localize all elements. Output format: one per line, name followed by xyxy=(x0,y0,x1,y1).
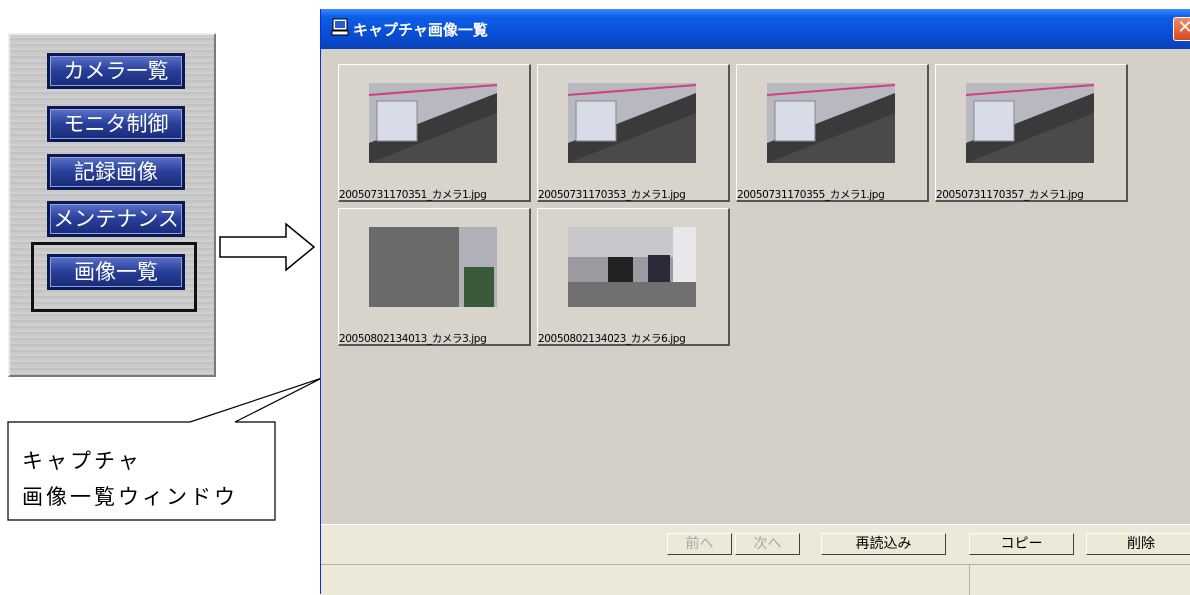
thumbnail-caption: 20050731170351_カメラ1.jpg xyxy=(339,189,487,201)
title-bar[interactable]: キャプチャ画像一覧 ✕ xyxy=(321,9,1190,49)
capture-image-list-window: キャプチャ画像一覧 ✕ 20050731170351_カメラ1.jpg 2005… xyxy=(320,9,1190,595)
window-title: キャプチャ画像一覧 xyxy=(353,21,488,39)
monitor-icon xyxy=(331,18,349,36)
thumbnail-item[interactable]: 20050802134013_カメラ3.jpg xyxy=(338,208,531,346)
thumbnail-item[interactable]: 20050802134023_カメラ6.jpg xyxy=(537,208,730,346)
thumbnail-image xyxy=(369,227,497,307)
button-bar: 前へ 次へ 再読込み コピー 削除 xyxy=(321,524,1190,565)
thumbnail-item[interactable]: 20050731170353_カメラ1.jpg xyxy=(537,64,730,202)
thumbnail-image xyxy=(966,83,1094,163)
thumbnail-item[interactable]: 20050731170357_カメラ1.jpg xyxy=(935,64,1128,202)
prev-button[interactable]: 前へ xyxy=(667,533,732,555)
thumbnail-image xyxy=(568,227,696,307)
thumbnail-item[interactable]: 20050731170351_カメラ1.jpg xyxy=(338,64,531,202)
thumbnail-grid: 20050731170351_カメラ1.jpg 20050731170353_カ… xyxy=(323,54,1190,524)
callout-line2: 画像一覧ウィンドウ xyxy=(22,485,238,509)
thumbnail-caption: 20050731170357_カメラ1.jpg xyxy=(936,189,1084,201)
thumbnail-image xyxy=(369,83,497,163)
thumbnail-caption: 20050731170353_カメラ1.jpg xyxy=(538,189,686,201)
reload-button[interactable]: 再読込み xyxy=(821,533,946,555)
thumbnail-caption: 20050802134013_カメラ3.jpg xyxy=(339,333,487,345)
close-button[interactable]: ✕ xyxy=(1173,17,1190,41)
delete-button[interactable]: 削除 xyxy=(1086,533,1190,555)
thumbnail-caption: 20050802134023_カメラ6.jpg xyxy=(538,333,686,345)
next-button[interactable]: 次へ xyxy=(735,533,800,555)
callout-line1: キャプチャ xyxy=(22,449,142,473)
thumbnail-caption: 20050731170355_カメラ1.jpg xyxy=(737,189,885,201)
status-bar xyxy=(321,564,1190,595)
status-divider xyxy=(969,565,970,595)
thumbnail-image xyxy=(568,83,696,163)
copy-button[interactable]: コピー xyxy=(969,533,1074,555)
thumbnail-image xyxy=(767,83,895,163)
thumbnail-item[interactable]: 20050731170355_カメラ1.jpg xyxy=(736,64,929,202)
